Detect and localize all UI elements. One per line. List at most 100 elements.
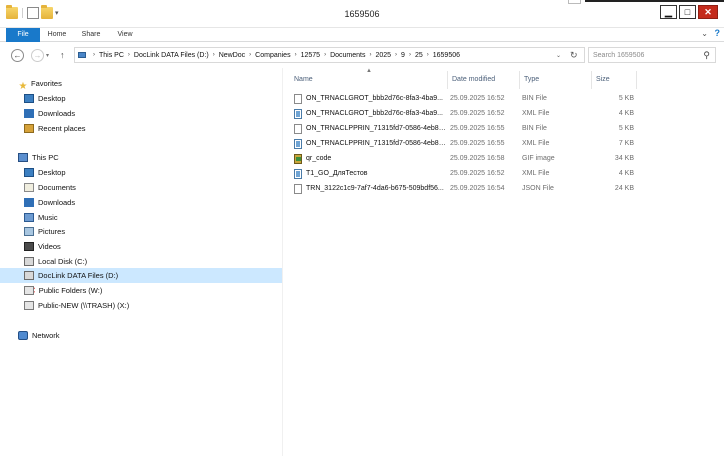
tab-view[interactable]: View — [108, 28, 142, 42]
column-header-type[interactable]: Type — [520, 71, 592, 89]
breadcrumb-separator[interactable]: › — [295, 52, 297, 58]
close-button[interactable]: ✕ — [698, 5, 718, 19]
maximize-button[interactable]: □ — [679, 5, 696, 19]
breadcrumb-month[interactable]: 9 — [401, 52, 405, 59]
nav-pc-pictures[interactable]: Pictures — [24, 224, 65, 239]
file-date-modified: 25.09.2025 16:52 — [450, 110, 505, 117]
nav-item-label: Documents — [38, 183, 76, 192]
nav-item-label: Music — [38, 213, 58, 222]
nav-favorites[interactable]: ★ Favorites — [18, 76, 62, 92]
nav-this-pc-label: This PC — [32, 153, 59, 162]
nav-this-pc[interactable]: This PC — [18, 150, 59, 165]
file-row[interactable]: qr_code 25.09.2025 16:58 GIF image 34 KB — [292, 151, 634, 166]
file-size: 34 KB — [614, 155, 634, 162]
file-row[interactable]: TRN_3122c1c9-7af7-4da6-b675-509bdf56... 2… — [292, 181, 634, 196]
search-placeholder: Search 1659506 — [593, 51, 645, 59]
minimize-button[interactable]: ▁ — [660, 5, 677, 19]
breadcrumb-separator[interactable]: › — [249, 52, 251, 58]
up-button[interactable]: ↑ — [60, 50, 65, 60]
hard-drive-icon — [24, 271, 34, 280]
file-size: 5 KB — [618, 95, 634, 102]
breadcrumb-companies[interactable]: Companies — [255, 52, 290, 59]
videos-icon — [24, 242, 34, 251]
breadcrumb-separator[interactable]: › — [409, 52, 411, 58]
music-icon — [24, 213, 34, 222]
search-icon[interactable]: ⚲ — [703, 50, 710, 61]
breadcrumb-separator[interactable]: › — [395, 52, 397, 58]
nav-network[interactable]: Network — [18, 328, 60, 343]
nav-favorites-desktop[interactable]: Desktop — [24, 91, 66, 106]
address-bar[interactable]: › This PC › DocLink DATA Files (D:) › Ne… — [74, 47, 585, 63]
address-history-dropdown-icon[interactable]: ⌄ — [556, 52, 561, 59]
json-file-icon — [294, 184, 302, 194]
file-name: ON_TRNACLPPRIN_71315fd7-0586-4eb8-... — [306, 140, 446, 147]
nav-pc-music[interactable]: Music — [24, 210, 58, 225]
breadcrumb-drive[interactable]: DocLink DATA Files (D:) — [134, 52, 209, 59]
downloads-icon — [24, 198, 34, 207]
nav-item-label: Desktop — [38, 168, 66, 177]
desktop-icon — [24, 168, 34, 177]
file-name: ON_TRNACLPPRIN_71315fd7-0586-4eb8-... — [306, 125, 446, 132]
file-size: 5 KB — [618, 125, 634, 132]
tab-home[interactable]: Home — [40, 28, 74, 42]
file-row[interactable]: T1_GO_ДляТестов 25.09.2025 16:52 XML File 4… — [292, 166, 634, 181]
file-date-modified: 25.09.2025 16:55 — [450, 125, 505, 132]
title-bar: ▾ 1659506 ▁ □ ✕ — [0, 0, 724, 28]
breadcrumb-documents[interactable]: Documents — [330, 52, 365, 59]
nav-pc-videos[interactable]: Videos — [24, 239, 61, 254]
forward-button[interactable]: → — [31, 49, 44, 62]
nav-pc-desktop[interactable]: Desktop — [24, 165, 66, 180]
breadcrumb-separator[interactable]: › — [369, 52, 371, 58]
computer-icon — [18, 153, 28, 162]
network-icon — [18, 331, 28, 340]
documents-icon — [24, 183, 34, 192]
nav-pc-downloads[interactable]: Downloads — [24, 195, 75, 210]
tab-share[interactable]: Share — [74, 28, 108, 42]
nav-pc-public-folders[interactable]: ✕ Public Folders (W:) — [24, 283, 102, 298]
network-drive-icon — [24, 286, 34, 295]
file-date-modified: 25.09.2025 16:52 — [450, 95, 505, 102]
nav-item-label: Desktop — [38, 94, 66, 103]
tab-file[interactable]: File — [6, 28, 40, 42]
column-header-size[interactable]: Size — [592, 71, 637, 89]
nav-pc-public-new[interactable]: Public-NEW (\\TRASH) (X:) — [24, 298, 129, 313]
breadcrumb-day[interactable]: 25 — [415, 52, 423, 59]
nav-favorites-downloads[interactable]: Downloads — [24, 106, 75, 121]
search-input[interactable]: Search 1659506 ⚲ — [588, 47, 716, 63]
file-row[interactable]: ON_TRNACLGROT_bbb2d76c-8fa3-4ba9... 25.09… — [292, 91, 634, 106]
file-row[interactable]: ON_TRNACLPPRIN_71315fd7-0586-4eb8-... 25.… — [292, 121, 634, 136]
breadcrumb-year[interactable]: 2025 — [375, 52, 391, 59]
breadcrumb-separator[interactable]: › — [128, 52, 130, 58]
nav-pc-local-disk[interactable]: Local Disk (C:) — [24, 254, 87, 269]
breadcrumb-newdoc[interactable]: NewDoc — [219, 52, 245, 59]
background-window-edge — [568, 0, 581, 4]
nav-pc-doclink-drive[interactable]: DocLink DATA Files (D:) — [0, 268, 282, 283]
breadcrumb-separator[interactable]: › — [213, 52, 215, 58]
column-header-date-modified[interactable]: Date modified — [448, 71, 520, 89]
file-name: ON_TRNACLGROT_bbb2d76c-8fa3-4ba9... — [306, 110, 443, 117]
star-icon: ★ — [18, 81, 28, 92]
file-row[interactable]: ON_TRNACLGROT_bbb2d76c-8fa3-4ba9... 25.09… — [292, 106, 634, 121]
breadcrumb-company-id[interactable]: 12575 — [301, 52, 320, 59]
recent-locations-dropdown-icon[interactable]: ▾ — [46, 52, 49, 59]
expand-ribbon-icon[interactable]: ⌄ — [701, 29, 708, 38]
refresh-icon[interactable]: ↻ — [570, 50, 578, 61]
back-button[interactable]: ← — [11, 49, 24, 62]
breadcrumb-separator[interactable]: › — [93, 52, 95, 58]
column-header-name[interactable]: Name — [290, 71, 448, 89]
file-name: qr_code — [306, 155, 332, 162]
breadcrumb-current-folder[interactable]: 1659506 — [433, 52, 460, 59]
file-type: XML File — [522, 110, 550, 117]
breadcrumb-this-pc[interactable]: This PC — [99, 52, 124, 59]
hard-drive-icon — [24, 257, 34, 266]
recent-places-icon — [24, 124, 34, 133]
breadcrumb-separator[interactable]: › — [427, 52, 429, 58]
help-icon[interactable]: ? — [715, 28, 721, 38]
file-row[interactable]: ON_TRNACLPPRIN_71315fd7-0586-4eb8-... 25.… — [292, 136, 634, 151]
file-size: 7 KB — [618, 140, 634, 147]
nav-pc-documents[interactable]: Documents — [24, 180, 76, 195]
file-name: T1_GO_ДляТестов — [306, 170, 368, 177]
nav-favorites-recent-places[interactable]: Recent places — [24, 121, 86, 136]
breadcrumb-separator[interactable]: › — [324, 52, 326, 58]
file-date-modified: 25.09.2025 16:55 — [450, 140, 505, 147]
